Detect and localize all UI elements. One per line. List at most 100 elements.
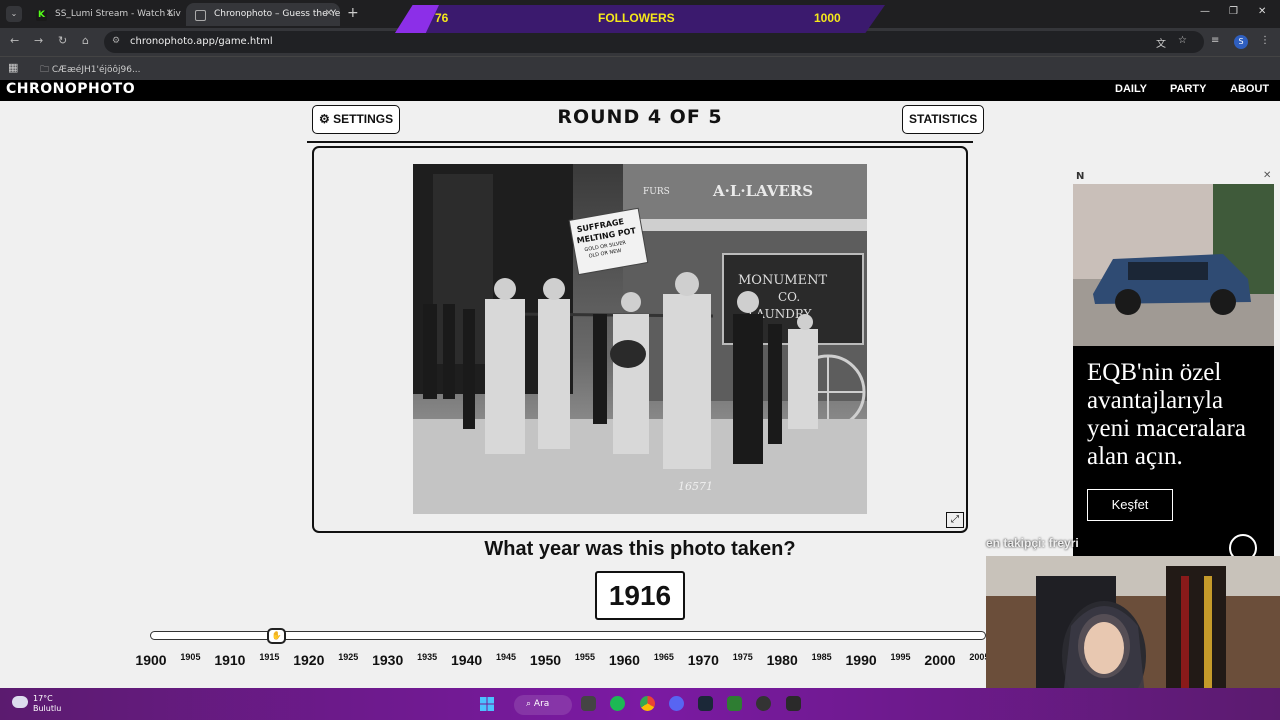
- ad-close-icon[interactable]: ✕: [1263, 170, 1271, 181]
- url-text: chronophoto.app/game.html: [130, 36, 273, 47]
- follower-goal-bar: 76 FOLLOWERS 1000: [395, 5, 885, 33]
- kick-icon: K: [36, 10, 47, 21]
- chrome-icon[interactable]: [640, 696, 655, 711]
- windows-taskbar: 17°C Bulutlu ⌕ Ara: [0, 688, 1280, 720]
- epic-games-icon[interactable]: [786, 696, 801, 711]
- bookmark-star-icon[interactable]: ☆: [1178, 35, 1187, 46]
- wagon-line-1: MONUMENT: [738, 273, 827, 288]
- reload-icon[interactable]: ↻: [58, 34, 67, 47]
- year-tick-major: 1980: [766, 652, 798, 668]
- year-tick-minor: 1905: [180, 652, 201, 662]
- folder-icon: 🗀: [40, 65, 50, 75]
- round-indicator: ROUND 4 OF 5: [557, 106, 723, 128]
- menu-icon[interactable]: ⋮: [1260, 35, 1270, 46]
- year-tick-major: 1950: [529, 652, 562, 668]
- header-divider: [307, 141, 973, 143]
- weather-condition: Bulutlu: [33, 704, 62, 713]
- year-tick-major: 1940: [451, 652, 483, 668]
- year-tick-minor: 1925: [338, 652, 359, 662]
- ad-car-image: [1073, 184, 1274, 346]
- close-tab-icon[interactable]: ✕: [166, 8, 174, 19]
- app-icon[interactable]: [727, 696, 742, 711]
- statistics-button[interactable]: STATISTICS: [902, 105, 985, 134]
- year-tick-major: 1900: [135, 652, 167, 668]
- plate-number: 16571: [678, 480, 713, 493]
- forward-icon[interactable]: →: [34, 34, 43, 47]
- home-icon[interactable]: ⌂: [82, 34, 89, 47]
- year-tick-minor: 1965: [653, 652, 674, 662]
- steam-icon[interactable]: [698, 696, 713, 711]
- site-info-icon[interactable]: ⚙: [112, 36, 120, 46]
- year-tick-minor: 1985: [811, 652, 832, 662]
- photo-illustration: A·L·LAVERS FURS MONUMENT CO. LAUNDRY SUF…: [413, 164, 867, 514]
- year-tick-minor: 1915: [259, 652, 280, 662]
- chronophoto-favicon-icon: [195, 10, 206, 21]
- search-label: Ara: [533, 699, 550, 709]
- taskview-icon[interactable]: [581, 696, 596, 711]
- store-sign: A·L·LAVERS: [712, 182, 813, 200]
- tab-search-dropdown-icon[interactable]: ⌄: [6, 6, 22, 22]
- temperature: 17°C: [33, 694, 53, 703]
- year-tick-minor: 1935: [417, 652, 438, 662]
- search-icon: ⌕: [526, 699, 532, 709]
- site-header: CHRONOPHOTO DAILY PARTY ABOUT: [0, 80, 1280, 101]
- back-icon[interactable]: ←: [10, 34, 19, 47]
- close-window-icon[interactable]: ✕: [1258, 6, 1266, 17]
- historical-photo[interactable]: A·L·LAVERS FURS MONUMENT CO. LAUNDRY SUF…: [413, 164, 867, 514]
- bookmarks-bar: ▦ 🗀 CÆæéJH1'éjöôj96...: [0, 56, 1280, 80]
- discord-icon[interactable]: [669, 696, 684, 711]
- hand-cursor-icon: ✋: [271, 631, 282, 640]
- question-text: What year was this photo taken?: [484, 538, 796, 560]
- nav-party[interactable]: PARTY: [1170, 83, 1206, 95]
- stream-overlay-text: en takipçi: freyri: [986, 536, 1079, 550]
- year-tick-minor: 1995: [890, 652, 911, 662]
- mercedes-logo-icon: [1229, 534, 1257, 556]
- store-sign-prefix: FURS: [643, 187, 670, 197]
- advertisement[interactable]: EQB'nin özel avantajlarıyla yeni maceral…: [1073, 184, 1274, 556]
- fullscreen-icon[interactable]: ⤢: [946, 512, 964, 528]
- year-tick-major: 1910: [214, 652, 246, 668]
- windows-start-icon[interactable]: [480, 697, 494, 711]
- apps-grid-icon[interactable]: ▦: [8, 61, 18, 74]
- ad-cta-button[interactable]: Keşfet: [1087, 489, 1173, 521]
- year-tick-minor: 1945: [496, 652, 517, 662]
- year-tick-minor: 1975: [732, 652, 753, 662]
- translate-icon[interactable]: 文: [1156, 35, 1166, 50]
- profile-avatar[interactable]: S: [1234, 35, 1248, 49]
- restore-icon[interactable]: ❐: [1229, 6, 1238, 17]
- url-field[interactable]: ⚙ chronophoto.app/game.html: [104, 31, 1204, 53]
- tab-title: Chronophoto – Guess the Year: [214, 9, 340, 19]
- wagon-line-2: CO.: [778, 290, 800, 304]
- close-tab-icon[interactable]: ✕: [325, 8, 333, 19]
- tab-title: SS_Lumi Stream - Watch Live on: [55, 9, 181, 19]
- new-tab-icon[interactable]: +: [347, 5, 359, 21]
- bookmark-label: CÆæéJH1'éjöôj96...: [51, 65, 141, 75]
- ad-network-icon: N: [1076, 171, 1085, 182]
- spotify-icon[interactable]: [610, 696, 625, 711]
- goal-target: 1000: [814, 11, 841, 25]
- minimize-icon[interactable]: —: [1200, 6, 1210, 17]
- year-tick-major: 1990: [845, 652, 877, 668]
- gear-icon: ⚙: [319, 112, 330, 126]
- ad-headline: EQB'nin özel avantajlarıyla yeni maceral…: [1087, 359, 1246, 470]
- bookmark-folder[interactable]: 🗀 CÆæéJH1'éjöôj96...: [40, 62, 141, 78]
- settings-button[interactable]: ⚙ SETTINGS: [312, 105, 401, 134]
- weather-widget[interactable]: 17°C Bulutlu: [33, 694, 61, 714]
- year-tick-major: 1960: [608, 652, 640, 668]
- reading-list-icon[interactable]: ≡: [1211, 35, 1219, 46]
- settings-label: SETTINGS: [333, 112, 394, 126]
- year-guess-display: 1916: [595, 571, 685, 620]
- site-logo[interactable]: CHRONOPHOTO: [6, 81, 135, 97]
- tab-kick-stream[interactable]: K SS_Lumi Stream - Watch Live on ✕: [27, 3, 181, 26]
- nav-daily[interactable]: DAILY: [1115, 83, 1147, 95]
- weather-cloud-icon[interactable]: [12, 696, 28, 708]
- obs-icon[interactable]: [756, 696, 771, 711]
- year-tick-minor: 1955: [574, 652, 595, 662]
- goal-current: 76: [435, 11, 449, 25]
- year-tick-major: 1930: [372, 652, 404, 668]
- tab-chronophoto[interactable]: Chronophoto – Guess the Year ✕: [186, 3, 340, 26]
- year-slider-handle[interactable]: ✋: [267, 628, 287, 644]
- nav-about[interactable]: ABOUT: [1230, 83, 1269, 95]
- taskbar-search-button[interactable]: ⌕ Ara: [514, 695, 572, 715]
- year-tick-major: 1970: [687, 652, 719, 668]
